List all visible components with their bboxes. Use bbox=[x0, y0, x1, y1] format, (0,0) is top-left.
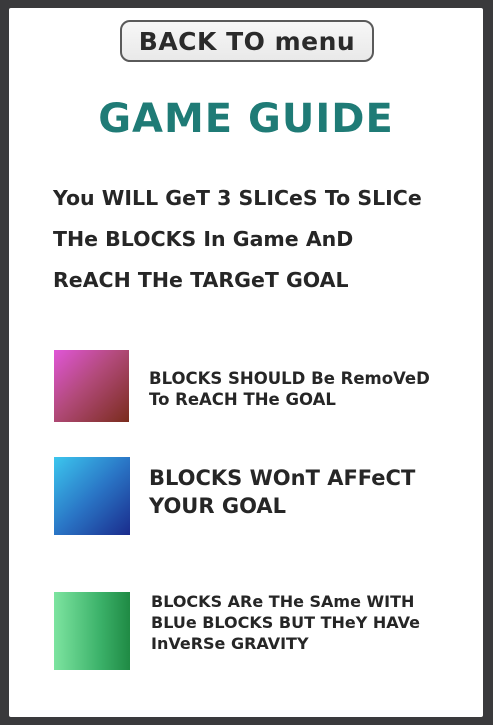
guide-panel: BACK TO menu GAME GUIDE You WILL GeT 3 S… bbox=[9, 8, 483, 717]
green-block-description: BLOCKS ARe THe SAme WITH BLUe BLOCKS BUT… bbox=[151, 591, 477, 654]
pink-desc-line-1: BLOCKS SHOULD Be RemoVeD bbox=[149, 369, 430, 388]
pink-desc-line-2: To ReACH THe GOAL bbox=[149, 390, 336, 409]
page-title: GAME GUIDE bbox=[98, 96, 394, 142]
blue-block-swatch bbox=[54, 457, 130, 535]
blue-block-description: BLOCKS WOnT AFFeCT YOUR GOAL bbox=[149, 464, 469, 520]
intro-text: You WILL GeT 3 SLICeS To SLICe THe BLOCK… bbox=[53, 178, 473, 301]
green-block-swatch bbox=[54, 592, 130, 670]
pink-block-swatch bbox=[54, 350, 129, 422]
intro-line-1: You WILL GeT 3 SLICeS To SLICe bbox=[53, 186, 422, 210]
intro-line-2: THe BLOCKS In Game AnD bbox=[53, 227, 354, 251]
blue-desc-line-1: BLOCKS WOnT AFFeCT bbox=[149, 466, 416, 490]
blue-desc-line-2: YOUR GOAL bbox=[149, 494, 287, 518]
green-desc-line-3: InVeRSe GRAVITY bbox=[151, 634, 309, 653]
green-desc-line-1: BLOCKS ARe THe SAme WITH bbox=[151, 592, 415, 611]
intro-line-3: ReACH THe TARGeT GOAL bbox=[53, 268, 349, 292]
back-to-menu-button[interactable]: BACK TO menu bbox=[120, 20, 374, 62]
green-desc-line-2: BLUe BLOCKS BUT THeY HAVe bbox=[151, 613, 420, 632]
pink-block-description: BLOCKS SHOULD Be RemoVeD To ReACH THe GO… bbox=[149, 368, 469, 410]
